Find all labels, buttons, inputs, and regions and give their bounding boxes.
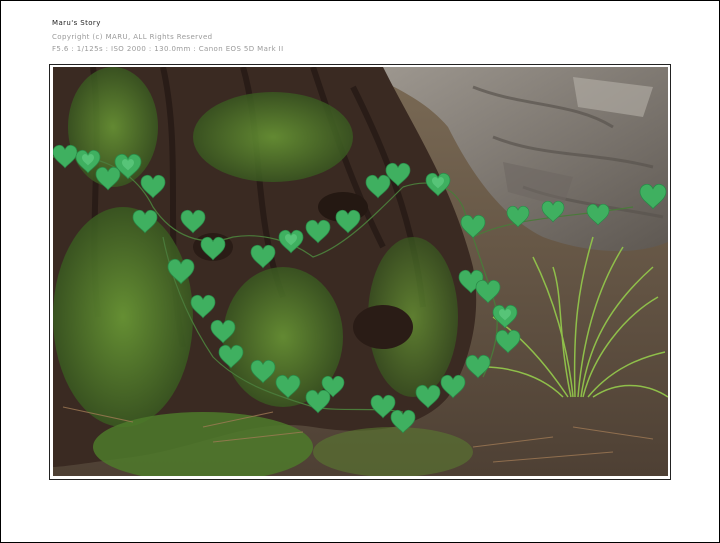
caption-exif: F5.6 : 1/125s : ISO 2000 : 130.0mm : Can… (52, 45, 284, 53)
photo-scene (53, 67, 668, 476)
caption-title: Maru's Story (52, 19, 101, 27)
photograph (53, 67, 668, 476)
caption-copyright: Copyright (c) MARU, ALL Rights Reserved (52, 33, 213, 41)
